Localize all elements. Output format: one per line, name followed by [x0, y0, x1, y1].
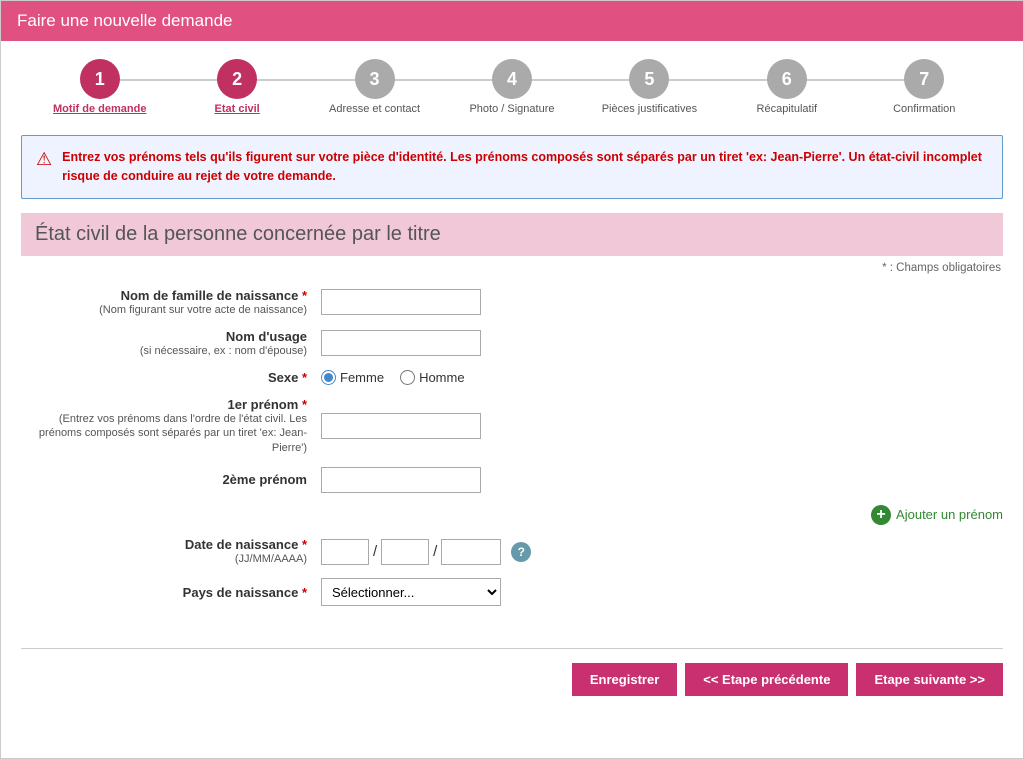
add-prenom-icon: + [871, 505, 891, 525]
step-circle-2: 2 [217, 59, 257, 99]
sexe-homme-radio[interactable] [400, 370, 415, 385]
step-label-3: Adresse et contact [329, 103, 420, 115]
date-naissance-row: Date de naissance * (JJ/MM/AAAA) / / ? [21, 537, 1003, 566]
prenom1-label: 1er prénom * [228, 397, 308, 412]
nom-famille-required: * [302, 288, 307, 303]
prenom2-label-group: 2ème prénom [21, 472, 321, 487]
step-6[interactable]: 6 Récapitulatif [718, 59, 855, 115]
step-circle-3: 3 [355, 59, 395, 99]
add-prenom-label: Ajouter un prénom [896, 507, 1003, 522]
add-prenom-row: + Ajouter un prénom [21, 505, 1003, 525]
step-circle-4: 4 [492, 59, 532, 99]
nom-famille-label-group: Nom de famille de naissance * (Nom figur… [21, 288, 321, 317]
pays-naissance-label-group: Pays de naissance * [21, 585, 321, 600]
date-naissance-group: / / ? [321, 539, 531, 565]
footer-divider [21, 648, 1003, 649]
sexe-femme-option[interactable]: Femme [321, 370, 384, 385]
page-title: Faire une nouvelle demande [17, 11, 1007, 31]
step-label-1: Motif de demande [53, 103, 147, 115]
step-circle-7: 7 [904, 59, 944, 99]
prenom1-input[interactable] [321, 413, 481, 439]
sexe-homme-option[interactable]: Homme [400, 370, 465, 385]
prenom2-input[interactable] [321, 467, 481, 493]
step-label-5: Pièces justificatives [602, 103, 697, 115]
sexe-femme-radio[interactable] [321, 370, 336, 385]
date-aaaa-input[interactable] [441, 539, 501, 565]
date-naissance-required: * [302, 537, 307, 552]
date-mm-input[interactable] [381, 539, 429, 565]
step-3[interactable]: 3 Adresse et contact [306, 59, 443, 115]
date-help-button[interactable]: ? [511, 542, 531, 562]
alert-icon: ⚠ [36, 149, 52, 170]
save-button[interactable]: Enregistrer [572, 663, 677, 696]
step-2[interactable]: 2 Etat civil [168, 59, 305, 115]
nom-usage-row: Nom d'usage (si nécessaire, ex : nom d'é… [21, 329, 1003, 358]
date-naissance-label-group: Date de naissance * (JJ/MM/AAAA) [21, 537, 321, 566]
alert-box: ⚠ Entrez vos prénoms tels qu'ils figuren… [21, 135, 1003, 199]
add-prenom-button[interactable]: + Ajouter un prénom [871, 505, 1003, 525]
sexe-label-group: Sexe * [21, 370, 321, 385]
step-4[interactable]: 4 Photo / Signature [443, 59, 580, 115]
required-note: * : Champs obligatoires [1, 262, 1001, 274]
sexe-radio-group: Femme Homme [321, 370, 465, 385]
pays-naissance-required: * [302, 585, 307, 600]
step-label-2: Etat civil [215, 103, 260, 115]
prenom1-required: * [302, 397, 307, 412]
sexe-homme-label: Homme [419, 370, 465, 385]
nom-usage-label-group: Nom d'usage (si nécessaire, ex : nom d'é… [21, 329, 321, 358]
footer-buttons: Enregistrer << Etape précédente Etape su… [1, 663, 1023, 716]
nom-famille-input[interactable] [321, 289, 481, 315]
step-circle-1: 1 [80, 59, 120, 99]
step-label-6: Récapitulatif [757, 103, 818, 115]
prenom2-label: 2ème prénom [222, 472, 307, 487]
nom-usage-sub: (si nécessaire, ex : nom d'épouse) [21, 344, 307, 358]
pays-naissance-label: Pays de naissance * [183, 585, 307, 600]
step-label-7: Confirmation [893, 103, 955, 115]
prenom2-row: 2ème prénom [21, 467, 1003, 493]
alert-text: Entrez vos prénoms tels qu'ils figurent … [62, 148, 988, 186]
nom-usage-label: Nom d'usage [226, 329, 307, 344]
section-title: État civil de la personne concernée par … [21, 213, 1003, 256]
step-1[interactable]: 1 Motif de demande [31, 59, 168, 115]
prenom1-sub: (Entrez vos prénoms dans l'ordre de l'ét… [21, 412, 307, 455]
step-7[interactable]: 7 Confirmation [856, 59, 993, 115]
sexe-femme-label: Femme [340, 370, 384, 385]
prev-button[interactable]: << Etape précédente [685, 663, 848, 696]
pays-naissance-select[interactable]: Sélectionner... [321, 578, 501, 606]
stepper: 1 Motif de demande 2 Etat civil 3 Adress… [1, 41, 1023, 125]
step-circle-5: 5 [629, 59, 669, 99]
step-5[interactable]: 5 Pièces justificatives [581, 59, 718, 115]
date-naissance-label: Date de naissance * [185, 537, 307, 552]
nom-usage-input[interactable] [321, 330, 481, 356]
form-area: Nom de famille de naissance * (Nom figur… [1, 284, 1023, 629]
sexe-required: * [302, 370, 307, 385]
nom-famille-label: Nom de famille de naissance * [121, 288, 307, 303]
date-naissance-sub: (JJ/MM/AAAA) [21, 552, 307, 566]
nom-famille-sub: (Nom figurant sur votre acte de naissanc… [21, 303, 307, 317]
next-button[interactable]: Etape suivante >> [856, 663, 1003, 696]
step-label-4: Photo / Signature [469, 103, 554, 115]
date-jj-input[interactable] [321, 539, 369, 565]
step-circle-6: 6 [767, 59, 807, 99]
pays-naissance-row: Pays de naissance * Sélectionner... [21, 578, 1003, 606]
sexe-row: Sexe * Femme Homme [21, 370, 1003, 385]
header-bar: Faire une nouvelle demande [1, 1, 1023, 41]
nom-famille-row: Nom de famille de naissance * (Nom figur… [21, 288, 1003, 317]
sexe-label: Sexe * [268, 370, 307, 385]
prenom1-label-group: 1er prénom * (Entrez vos prénoms dans l'… [21, 397, 321, 455]
prenom1-row: 1er prénom * (Entrez vos prénoms dans l'… [21, 397, 1003, 455]
